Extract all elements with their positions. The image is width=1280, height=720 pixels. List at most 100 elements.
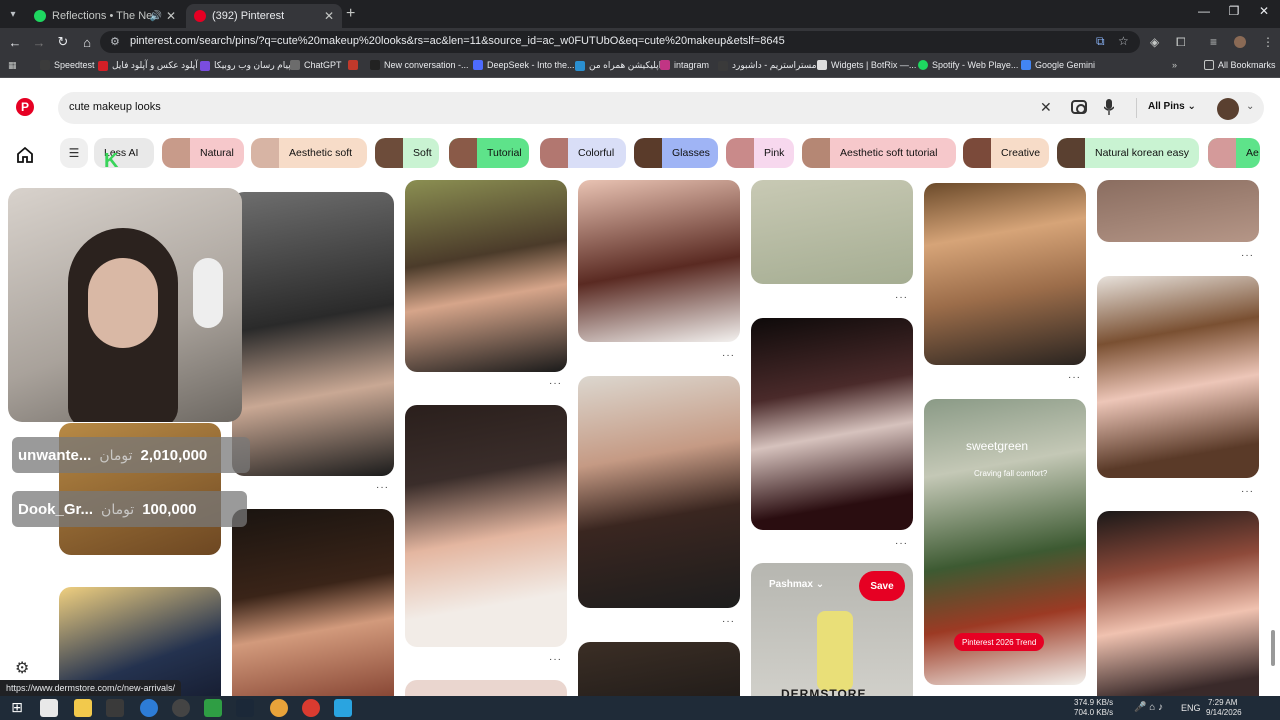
- extensions-puzzle-icon[interactable]: ⧠: [1176, 35, 1186, 50]
- tray-icons[interactable]: 🎤 ⌂ ♪: [1134, 702, 1163, 713]
- site-info-icon[interactable]: ⚙: [110, 35, 122, 49]
- tab-search-icon[interactable]: ▾: [4, 5, 22, 23]
- bookmark-item[interactable]: آپلود عکس و آپلود فایل: [98, 60, 198, 71]
- home-icon[interactable]: [16, 146, 34, 164]
- pin-more-icon[interactable]: ···: [895, 292, 908, 303]
- bookmark-item[interactable]: مستراستریم - داشبورد: [718, 60, 817, 71]
- menu-kebab-icon[interactable]: ⋮: [1262, 35, 1274, 49]
- board-selector[interactable]: Pashmax ⌄: [769, 579, 824, 590]
- home-button[interactable]: ⌂: [79, 34, 95, 50]
- audio-icon[interactable]: 🔊: [150, 11, 162, 22]
- pin-image[interactable]: [751, 180, 913, 284]
- obs-icon[interactable]: [172, 699, 190, 717]
- pin-more-icon[interactable]: ···: [376, 482, 389, 493]
- clock-date[interactable]: 9/14/2026: [1206, 708, 1242, 717]
- language-indicator[interactable]: ENG: [1181, 703, 1201, 713]
- app-icon[interactable]: [106, 699, 124, 717]
- pin-image[interactable]: [924, 183, 1086, 365]
- scope-dropdown[interactable]: All Pins ⌄: [1148, 101, 1196, 112]
- pin-more-icon[interactable]: ···: [722, 350, 735, 361]
- file-explorer-icon[interactable]: [74, 699, 92, 717]
- page-scrollbar[interactable]: [1270, 190, 1276, 690]
- chip-colorful[interactable]: Colorful: [540, 138, 626, 168]
- app-icon[interactable]: [334, 699, 352, 717]
- close-tab-icon[interactable]: ✕: [324, 9, 334, 23]
- bookmark-item[interactable]: Widgets | BotRix —...: [817, 60, 916, 70]
- all-bookmarks-folder[interactable]: All Bookmarks: [1204, 60, 1276, 70]
- chip-glasses[interactable]: Glasses: [634, 138, 718, 168]
- pin-more-icon[interactable]: ···: [549, 654, 562, 665]
- chrome-icon[interactable]: [302, 699, 320, 717]
- pin-more-icon[interactable]: ···: [549, 378, 562, 389]
- chip-aesthetic-soft-tutorial[interactable]: Aesthetic soft tutorial: [802, 138, 956, 168]
- steam-icon[interactable]: [236, 699, 254, 717]
- bookmark-item[interactable]: New conversation -...: [370, 60, 469, 70]
- bookmark-star-icon[interactable]: ☆: [1118, 34, 1129, 48]
- calculator-icon[interactable]: [40, 699, 58, 717]
- address-bar[interactable]: ⚙ pinterest.com/search/pins/?q=cute%20ma…: [100, 31, 1140, 53]
- restore-button[interactable]: ❐: [1224, 4, 1244, 18]
- chip-overflow[interactable]: Ae: [1208, 138, 1260, 168]
- translate-icon[interactable]: ⧉: [1096, 34, 1105, 49]
- microphone-icon[interactable]: [1104, 99, 1114, 115]
- save-button[interactable]: Save: [859, 571, 905, 601]
- reload-button[interactable]: ↻: [55, 34, 71, 50]
- scrollbar-thumb[interactable]: [1271, 630, 1275, 666]
- search-bar[interactable]: cute makeup looks ✕ All Pins ⌄: [58, 92, 1264, 124]
- chrome-icon[interactable]: [270, 699, 288, 717]
- chip-tutorial[interactable]: Tutorial: [449, 138, 529, 168]
- start-windows-icon[interactable]: ⊞: [8, 699, 26, 717]
- pin-image[interactable]: [751, 318, 913, 530]
- profile-avatar-icon[interactable]: [1234, 36, 1246, 48]
- search-input[interactable]: cute makeup looks: [69, 101, 161, 113]
- tab-spotify[interactable]: Reflections • The Neighbou 🔊 ✕: [26, 4, 184, 28]
- visual-search-camera-icon[interactable]: [1071, 100, 1087, 114]
- bookmark-item[interactable]: Speedtest: [40, 60, 95, 70]
- pin-image[interactable]: [578, 180, 740, 342]
- close-tab-icon[interactable]: ✕: [166, 9, 176, 23]
- tab-pinterest[interactable]: (392) Pinterest ✕: [186, 4, 342, 28]
- bookmark-item[interactable]: Google Gemini: [1021, 60, 1095, 70]
- app-icon[interactable]: [204, 699, 222, 717]
- new-tab-button[interactable]: +: [346, 5, 355, 23]
- bookmark-item[interactable]: intagram: [660, 60, 709, 70]
- pin-image[interactable]: [405, 680, 567, 696]
- pin-image[interactable]: [1097, 276, 1259, 478]
- bookmark-item[interactable]: DeepSeek - Into the...: [473, 60, 575, 70]
- extension-icon[interactable]: ◈: [1150, 35, 1159, 49]
- minimize-button[interactable]: —: [1194, 4, 1214, 18]
- pin-more-icon[interactable]: ···: [895, 538, 908, 549]
- bookmark-item[interactable]: ChatGPT: [290, 60, 342, 70]
- chip-pink[interactable]: Pink: [726, 138, 794, 168]
- bookmark-item[interactable]: پیام رسان وب روبیکا: [200, 60, 291, 71]
- pin-image[interactable]: [232, 509, 394, 696]
- pin-image[interactable]: [578, 642, 740, 696]
- pin-more-icon[interactable]: ···: [1241, 250, 1254, 261]
- settings-gear-icon[interactable]: ⚙: [15, 658, 33, 677]
- reading-list-icon[interactable]: ≡: [1210, 35, 1217, 49]
- back-button[interactable]: ←: [7, 34, 23, 50]
- pinterest-logo-icon[interactable]: P: [16, 98, 34, 116]
- bookmark-item[interactable]: اپلیکیشن همراه من: [575, 60, 661, 71]
- account-chevron-icon[interactable]: ⌄: [1246, 101, 1254, 112]
- bookmark-item[interactable]: [348, 60, 362, 70]
- sponsored-pin[interactable]: Pashmax ⌄ Save DERMSTORE: [751, 563, 913, 696]
- chip-creative[interactable]: Creative: [963, 138, 1049, 168]
- app-icon[interactable]: [140, 699, 158, 717]
- filter-sliders-button[interactable]: ☰: [60, 138, 88, 168]
- clock-time[interactable]: 7:29 AM: [1208, 698, 1237, 707]
- sweetgreen-ad-pin[interactable]: sweetgreen Craving fall comfort? Pintere…: [924, 399, 1086, 685]
- chip-soft[interactable]: Soft: [375, 138, 439, 168]
- pin-image[interactable]: [578, 376, 740, 608]
- chip-natural-korean-easy[interactable]: Natural korean easy: [1057, 138, 1199, 168]
- forward-button[interactable]: →: [31, 34, 47, 50]
- pin-more-icon[interactable]: ···: [1241, 486, 1254, 497]
- pin-more-icon[interactable]: ···: [1068, 372, 1081, 383]
- pin-image[interactable]: [405, 405, 567, 647]
- apps-grid-icon[interactable]: ▦: [8, 60, 17, 71]
- pin-image[interactable]: [232, 192, 394, 476]
- close-window-button[interactable]: ✕: [1254, 4, 1274, 18]
- clear-search-icon[interactable]: ✕: [1040, 99, 1052, 116]
- chip-natural[interactable]: Natural: [162, 138, 244, 168]
- bookmark-item[interactable]: Spotify - Web Playe...: [918, 60, 1018, 70]
